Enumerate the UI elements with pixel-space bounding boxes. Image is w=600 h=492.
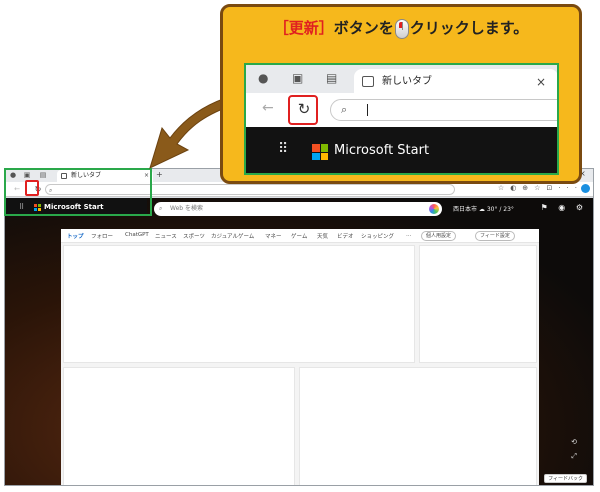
instruction-text: ［更新］ボタンを クリックします。 [223,17,579,39]
ms-logo-blue [312,152,320,160]
tab-favicon-icon [362,76,374,87]
instruction-part1: ボタンを [333,19,394,37]
instruction-part2: クリックします。 [409,19,529,37]
tab-actions-icon[interactable]: ▤ [326,71,337,85]
zoomed-toolbar: ● ▣ ▤ 新しいタブ × ← ↻ ⌕ ⠿ Microsoft Start [244,63,559,175]
zoom-tab-bar: ● ▣ ▤ 新しいタブ × [246,65,557,95]
address-input[interactable]: ⌕ [330,99,557,121]
close-tab-icon[interactable]: × [536,69,546,95]
back-icon[interactable]: ← [262,100,274,116]
zoom-ms-start-header: ⠿ Microsoft Start [246,127,557,173]
tab-new-tab[interactable]: 新しいタブ × [354,69,557,95]
text-caret [367,104,368,116]
apps-launcher-icon[interactable]: ⠿ [278,141,290,157]
refresh-label: ［更新］ [273,19,334,37]
tutorial-figure: ● ▣ ▤ 新しいタブ × + – □ × ← ↻ ⌕ ☆◐⊕☆⊡··· ⠿ [0,0,600,492]
ms-logo-green [320,144,328,152]
microsoft-logo-icon [312,144,328,160]
workspaces-icon[interactable]: ▣ [292,71,303,85]
callout-panel: ［更新］ボタンを クリックします。 ● ▣ ▤ 新しいタブ × ← ↻ ⌕ ⠿ … [220,4,582,184]
search-icon: ⌕ [341,103,348,116]
mouse-left-click-icon [394,18,409,39]
ms-logo-yellow [320,152,328,160]
profile-icon[interactable]: ● [258,71,268,85]
reload-highlight [288,95,318,125]
ms-logo-red [312,144,320,152]
tab-title: 新しいタブ [382,76,432,87]
brand-text: Microsoft Start [334,143,430,158]
